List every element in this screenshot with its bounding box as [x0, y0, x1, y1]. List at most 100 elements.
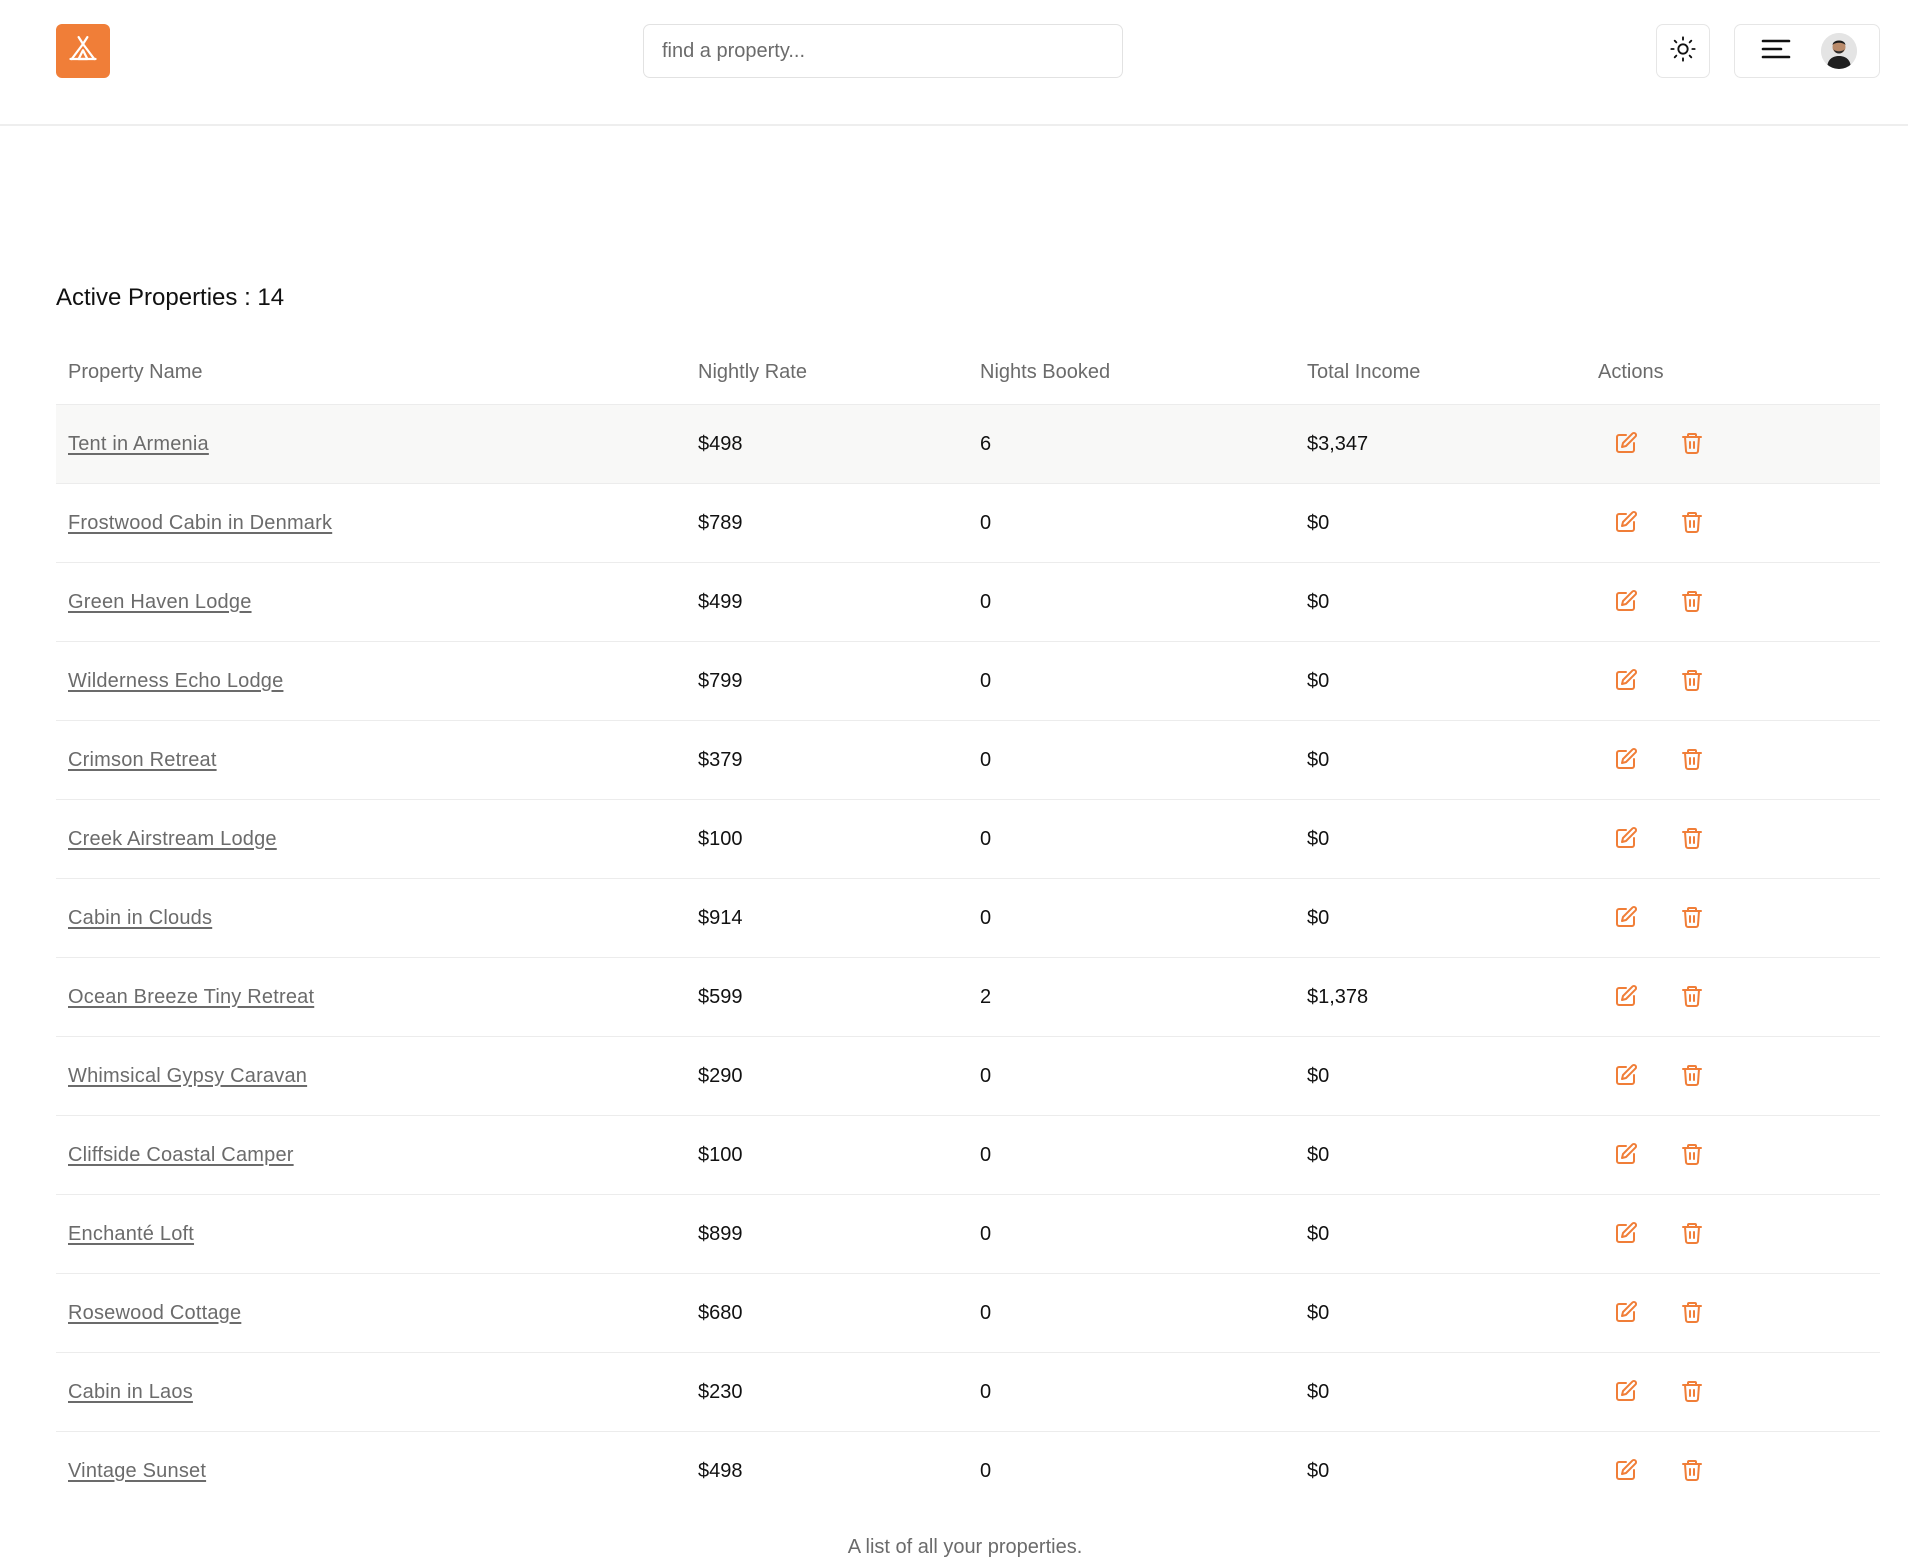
- nights-booked-cell: 0: [968, 483, 1295, 563]
- property-link[interactable]: Tent in Armenia: [68, 433, 209, 455]
- total-income-cell: $0: [1295, 1194, 1586, 1274]
- trash-icon[interactable]: [1680, 984, 1706, 1010]
- trash-icon[interactable]: [1680, 1063, 1706, 1089]
- row-actions: [1598, 431, 1868, 457]
- column-header-total-income: Total Income: [1295, 340, 1586, 405]
- edit-icon[interactable]: [1614, 589, 1640, 615]
- total-income-cell: $0: [1295, 1352, 1586, 1432]
- nights-booked-cell: 0: [968, 641, 1295, 721]
- edit-icon[interactable]: [1614, 826, 1640, 852]
- property-link[interactable]: Frostwood Cabin in Denmark: [68, 512, 332, 534]
- table-row: Cliffside Coastal Camper $100 0 $0: [56, 1115, 1880, 1195]
- actions-cell: [1586, 1273, 1880, 1353]
- actions-cell: [1586, 957, 1880, 1037]
- trash-icon[interactable]: [1680, 589, 1706, 615]
- row-actions: [1598, 1063, 1868, 1089]
- row-actions: [1598, 668, 1868, 694]
- edit-icon[interactable]: [1614, 668, 1640, 694]
- edit-icon[interactable]: [1614, 1379, 1640, 1405]
- row-actions: [1598, 905, 1868, 931]
- edit-icon[interactable]: [1614, 1458, 1640, 1484]
- nightly-rate-cell: $100: [686, 1115, 968, 1195]
- nightly-rate-cell: $230: [686, 1352, 968, 1432]
- row-actions: [1598, 1379, 1868, 1405]
- table-row: Frostwood Cabin in Denmark $789 0 $0: [56, 483, 1880, 563]
- table-header-row: Property Name Nightly Rate Nights Booked…: [56, 340, 1880, 405]
- table-row: Tent in Armenia $498 6 $3,347: [56, 404, 1880, 484]
- property-link[interactable]: Cabin in Clouds: [68, 907, 212, 929]
- property-link[interactable]: Wilderness Echo Lodge: [68, 670, 283, 692]
- edit-icon[interactable]: [1614, 747, 1640, 773]
- actions-cell: [1586, 1352, 1880, 1432]
- nightly-rate-cell: $899: [686, 1194, 968, 1274]
- actions-cell: [1586, 1115, 1880, 1195]
- nightly-rate-cell: $290: [686, 1036, 968, 1116]
- actions-cell: [1586, 483, 1880, 563]
- edit-icon[interactable]: [1614, 1063, 1640, 1089]
- table-row: Wilderness Echo Lodge $799 0 $0: [56, 641, 1880, 721]
- trash-icon[interactable]: [1680, 1142, 1706, 1168]
- trash-icon[interactable]: [1680, 905, 1706, 931]
- table-row: Enchanté Loft $899 0 $0: [56, 1194, 1880, 1274]
- property-link[interactable]: Cabin in Laos: [68, 1381, 193, 1403]
- row-actions: [1598, 1300, 1868, 1326]
- theme-toggle-button[interactable]: [1656, 24, 1710, 78]
- total-income-cell: $0: [1295, 483, 1586, 563]
- actions-cell: [1586, 641, 1880, 721]
- property-link[interactable]: Cliffside Coastal Camper: [68, 1144, 294, 1166]
- trash-icon[interactable]: [1680, 668, 1706, 694]
- trash-icon[interactable]: [1680, 747, 1706, 773]
- property-link[interactable]: Ocean Breeze Tiny Retreat: [68, 986, 314, 1008]
- edit-icon[interactable]: [1614, 1221, 1640, 1247]
- property-link[interactable]: Crimson Retreat: [68, 749, 217, 771]
- trash-icon[interactable]: [1680, 1379, 1706, 1405]
- trash-icon[interactable]: [1680, 510, 1706, 536]
- property-name-cell: Wilderness Echo Lodge: [56, 641, 686, 721]
- total-income-cell: $0: [1307, 1459, 1330, 1482]
- property-link[interactable]: Rosewood Cottage: [68, 1302, 241, 1324]
- edit-icon[interactable]: [1614, 984, 1640, 1010]
- trash-icon[interactable]: [1680, 826, 1706, 852]
- home-logo-button[interactable]: [56, 24, 110, 78]
- row-actions: [1598, 1142, 1868, 1168]
- search-input[interactable]: [643, 24, 1123, 78]
- nights-booked-cell: 0: [980, 1459, 992, 1482]
- edit-icon[interactable]: [1614, 510, 1640, 536]
- trash-icon[interactable]: [1680, 1458, 1706, 1484]
- total-income-cell: $0: [1295, 1115, 1586, 1195]
- property-name-cell: Creek Airstream Lodge: [56, 799, 686, 879]
- column-header-actions: Actions: [1586, 340, 1880, 405]
- nightly-rate-cell: $100: [686, 799, 968, 879]
- total-income-cell: $0: [1295, 1036, 1586, 1116]
- property-link[interactable]: Whimsical Gypsy Caravan: [68, 1065, 307, 1087]
- trash-icon[interactable]: [1680, 1300, 1706, 1326]
- property-name-cell: Cabin in Clouds: [56, 878, 686, 958]
- property-link[interactable]: Enchanté Loft: [68, 1223, 194, 1245]
- nightly-rate-cell: $599: [686, 957, 968, 1037]
- table-row: Cabin in Clouds $914 0 $0: [56, 878, 1880, 958]
- total-income-cell: $0: [1295, 641, 1586, 721]
- total-income-cell: $3,347: [1295, 404, 1586, 484]
- property-link[interactable]: Creek Airstream Lodge: [68, 828, 277, 850]
- edit-icon[interactable]: [1614, 905, 1640, 931]
- row-actions: [1598, 984, 1868, 1010]
- actions-cell: [1586, 1194, 1880, 1274]
- row-actions: [1598, 589, 1868, 615]
- trash-icon[interactable]: [1680, 431, 1706, 457]
- trash-icon[interactable]: [1680, 1221, 1706, 1247]
- nights-booked-cell: 2: [968, 957, 1295, 1037]
- edit-icon[interactable]: [1614, 431, 1640, 457]
- actions-cell: [1586, 1432, 1880, 1511]
- property-link[interactable]: Green Haven Lodge: [68, 591, 252, 613]
- edit-icon[interactable]: [1614, 1142, 1640, 1168]
- property-link[interactable]: Vintage Sunset: [68, 1460, 206, 1482]
- nights-booked-cell: 0: [968, 1115, 1295, 1195]
- table-row: Cabin in Laos $230 0 $0: [56, 1352, 1880, 1432]
- page-title: Active Properties : 14: [56, 284, 285, 311]
- nights-booked-cell: 0: [968, 562, 1295, 642]
- menu-icon: [1761, 38, 1791, 65]
- user-menu-button[interactable]: [1734, 24, 1880, 78]
- nightly-rate-cell: $379: [686, 720, 968, 800]
- actions-cell: [1586, 562, 1880, 642]
- edit-icon[interactable]: [1614, 1300, 1640, 1326]
